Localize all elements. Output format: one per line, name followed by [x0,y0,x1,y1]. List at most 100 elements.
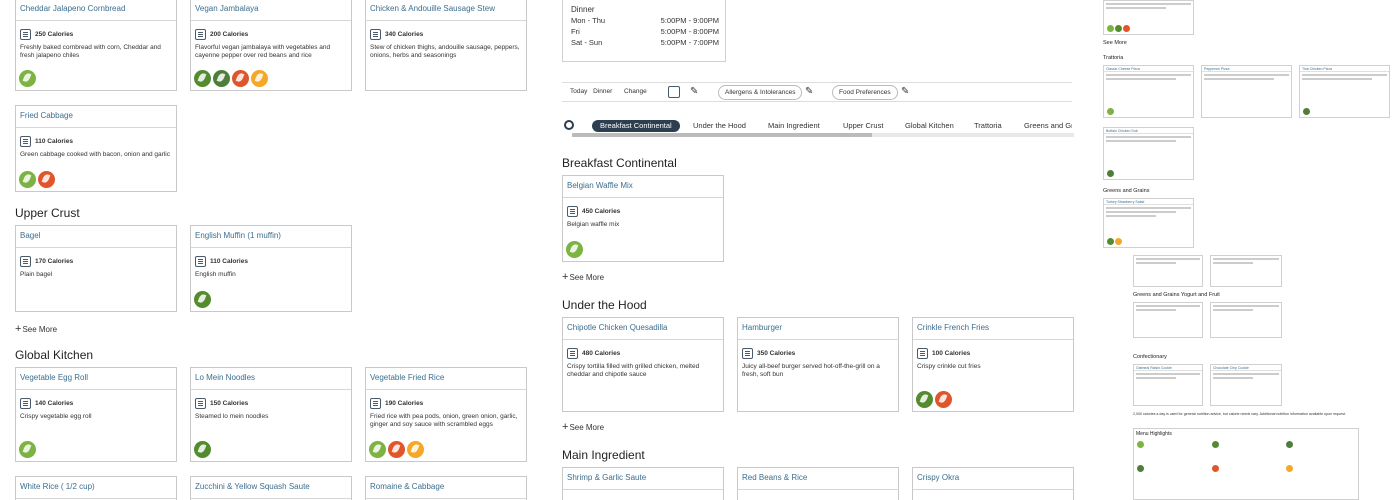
nutrition-info-icon[interactable] [370,398,381,409]
nutrition-calculator-icon[interactable] [668,86,680,98]
menu-item-description: English muffin [195,271,236,278]
menu-item-card[interactable]: Crispy Okra [912,467,1074,500]
menu-item-card[interactable]: Fried Cabbage 110 Calories Green cabbage… [15,105,177,192]
edit-allergens-icon[interactable]: ✎ [805,86,813,97]
menu-item-description: Steamed lo mein noodles [195,413,269,420]
menu-item-card[interactable]: Hamburger 350 Calories Juicy all-beef bu… [737,317,899,412]
menu-item-title[interactable]: Romaine & Cabbage [366,477,526,499]
food-preferences-button[interactable]: Food Preferences [832,85,898,100]
menu-item-card[interactable]: Belgian Waffle Mix 450 Calories Belgian … [562,175,724,262]
nutrition-info-icon[interactable] [195,398,206,409]
preview-title: Turkey Strawberry Salad [1104,199,1193,205]
menu-item-card[interactable]: Bagel 170 Calories Plain bagel [15,225,177,312]
see-more-link[interactable]: See More [1103,40,1127,46]
tab-under-the-hood[interactable]: Under the Hood [693,120,746,132]
menu-item-card[interactable]: Cheddar Jalapeno Cornbread 250 Calories … [15,0,177,91]
change-button[interactable]: Change [618,85,653,100]
nutrition-info-icon[interactable] [567,206,578,217]
nutrition-info-icon[interactable] [195,256,206,267]
tab-breakfast-continental[interactable]: Breakfast Continental [592,120,680,132]
calories: 350 Calories [757,350,796,357]
menu-item-card[interactable]: Chicken & Andouille Sausage Stew 340 Cal… [365,0,527,91]
menu-item-title[interactable]: Crispy Okra [913,468,1073,490]
menu-item-title[interactable]: Shrimp & Garlic Saute [563,468,723,490]
menu-item-card[interactable]: English Muffin (1 muffin) 110 Calories E… [190,225,352,312]
tab-main-ingredient[interactable]: Main Ingredient [768,120,820,132]
local-icon [213,70,230,87]
see-more-link[interactable]: See More [562,421,604,433]
menu-item-title[interactable]: Belgian Waffle Mix [563,176,723,198]
vegetarian-icon [19,70,36,87]
menu-item-description: Belgian waffle mix [567,221,620,228]
menu-item-title[interactable]: Chipotle Chicken Quesadilla [563,318,723,340]
nutrition-info-icon[interactable] [20,256,31,267]
menu-item-card[interactable]: Red Beans & Rice [737,467,899,500]
menu-item-title[interactable]: White Rice ( 1/2 cup) [16,477,176,499]
menu-item-title[interactable]: Lo Mein Noodles [191,368,351,390]
preview-heading-confectionary: Confectionary [1133,354,1167,360]
menu-item-card[interactable]: Shrimp & Garlic Saute [562,467,724,500]
menu-item-title[interactable]: Hamburger [738,318,898,340]
menu-item-card[interactable]: Zucchini & Yellow Squash Saute [190,476,352,500]
calories: 110 Calories [210,258,248,265]
preview-title: Classic Cheese Pizza [1104,66,1193,72]
see-more-link[interactable]: See More [562,271,604,283]
menu-item-description: Crispy crinkle cut fries [917,363,981,370]
preview-heading-trattoria: Trattoria [1103,55,1124,61]
menu-item-title[interactable]: Fried Cabbage [16,106,176,128]
preview-card: Chocolate Chip Cookie [1210,364,1282,406]
search-icon[interactable] [564,120,574,130]
menu-item-title[interactable]: Vegan Jambalaya [191,0,351,21]
filter-bar: Today Dinner Change ✎ Allergens & Intole… [562,82,1072,102]
menu-item-title[interactable]: Cheddar Jalapeno Cornbread [16,0,176,21]
tab-global-kitchen[interactable]: Global Kitchen [905,120,954,132]
menu-item-card[interactable]: Lo Mein Noodles 150 Calories Steamed lo … [190,367,352,462]
menu-item-card[interactable]: Vegetable Egg Roll 140 Calories Crispy v… [15,367,177,462]
menu-item-title[interactable]: Red Beans & Rice [738,468,898,490]
menu-item-description: Green cabbage cooked with bacon, onion a… [20,151,170,158]
tab-greens-and-grains[interactable]: Greens and Grains [1024,120,1072,132]
menu-item-card[interactable]: Romaine & Cabbage [365,476,527,500]
nutrition-info-icon[interactable] [742,348,753,359]
section-heading-upper-crust: Upper Crust [15,206,80,220]
nutrition-info-icon[interactable] [195,29,206,40]
spicy-icon [1115,238,1122,245]
menu-item-card[interactable]: White Rice ( 1/2 cup) [15,476,177,500]
nutrition-footnote: 2,000 calories a day is used for general… [1133,412,1347,416]
menu-item-title[interactable]: Bagel [16,226,176,248]
tab-trattoria[interactable]: Trattoria [974,120,1002,132]
vegan-icon [1212,441,1219,448]
menu-item-card[interactable]: Vegan Jambalaya 200 Calories Flavorful v… [190,0,352,91]
see-more-link[interactable]: See More [15,323,57,335]
menu-item-title[interactable]: Vegetable Egg Roll [16,368,176,390]
menu-item-card[interactable]: Chipotle Chicken Quesadilla 480 Calories… [562,317,724,412]
edit-preferences-icon[interactable]: ✎ [901,86,909,97]
nutrition-info-icon[interactable] [917,348,928,359]
scroll-thumb[interactable] [572,133,872,137]
preview-card [1210,255,1282,287]
nutrition-info-icon[interactable] [20,29,31,40]
menu-item-title[interactable]: Zucchini & Yellow Squash Saute [191,477,351,499]
allergens-button[interactable]: Allergens & Intolerances [718,85,803,100]
hours-days: Mon - Thu [571,16,606,25]
tabs-scrollbar[interactable] [572,133,1074,137]
menu-item-title[interactable]: Crinkle French Fries [913,318,1073,340]
preview-card: Pepperoni Pizza [1201,65,1292,118]
nutrition-info-icon[interactable] [20,136,31,147]
menu-item-card[interactable]: Vegetable Fried Rice 190 Calories Fried … [365,367,527,462]
hours-time: 5:00PM - 7:00PM [660,38,719,47]
menu-item-title[interactable]: Vegetable Fried Rice [366,368,526,390]
vegetarian-icon [566,241,583,258]
calories: 340 Calories [385,31,424,38]
nutrition-info-icon[interactable] [20,398,31,409]
tab-upper-crust[interactable]: Upper Crust [843,120,883,132]
menu-item-title[interactable]: English Muffin (1 muffin) [191,226,351,248]
menu-item-description: Freshly baked cornbread with corn, Chedd… [20,44,161,59]
gluten-free-icon [388,441,405,458]
menu-highlights-panel: Menu Highlights [1133,428,1359,500]
edit-icon[interactable]: ✎ [690,86,698,97]
menu-item-card[interactable]: Crinkle French Fries 100 Calories Crispy… [912,317,1074,412]
menu-item-title[interactable]: Chicken & Andouille Sausage Stew [366,0,526,21]
nutrition-info-icon[interactable] [567,348,578,359]
nutrition-info-icon[interactable] [370,29,381,40]
